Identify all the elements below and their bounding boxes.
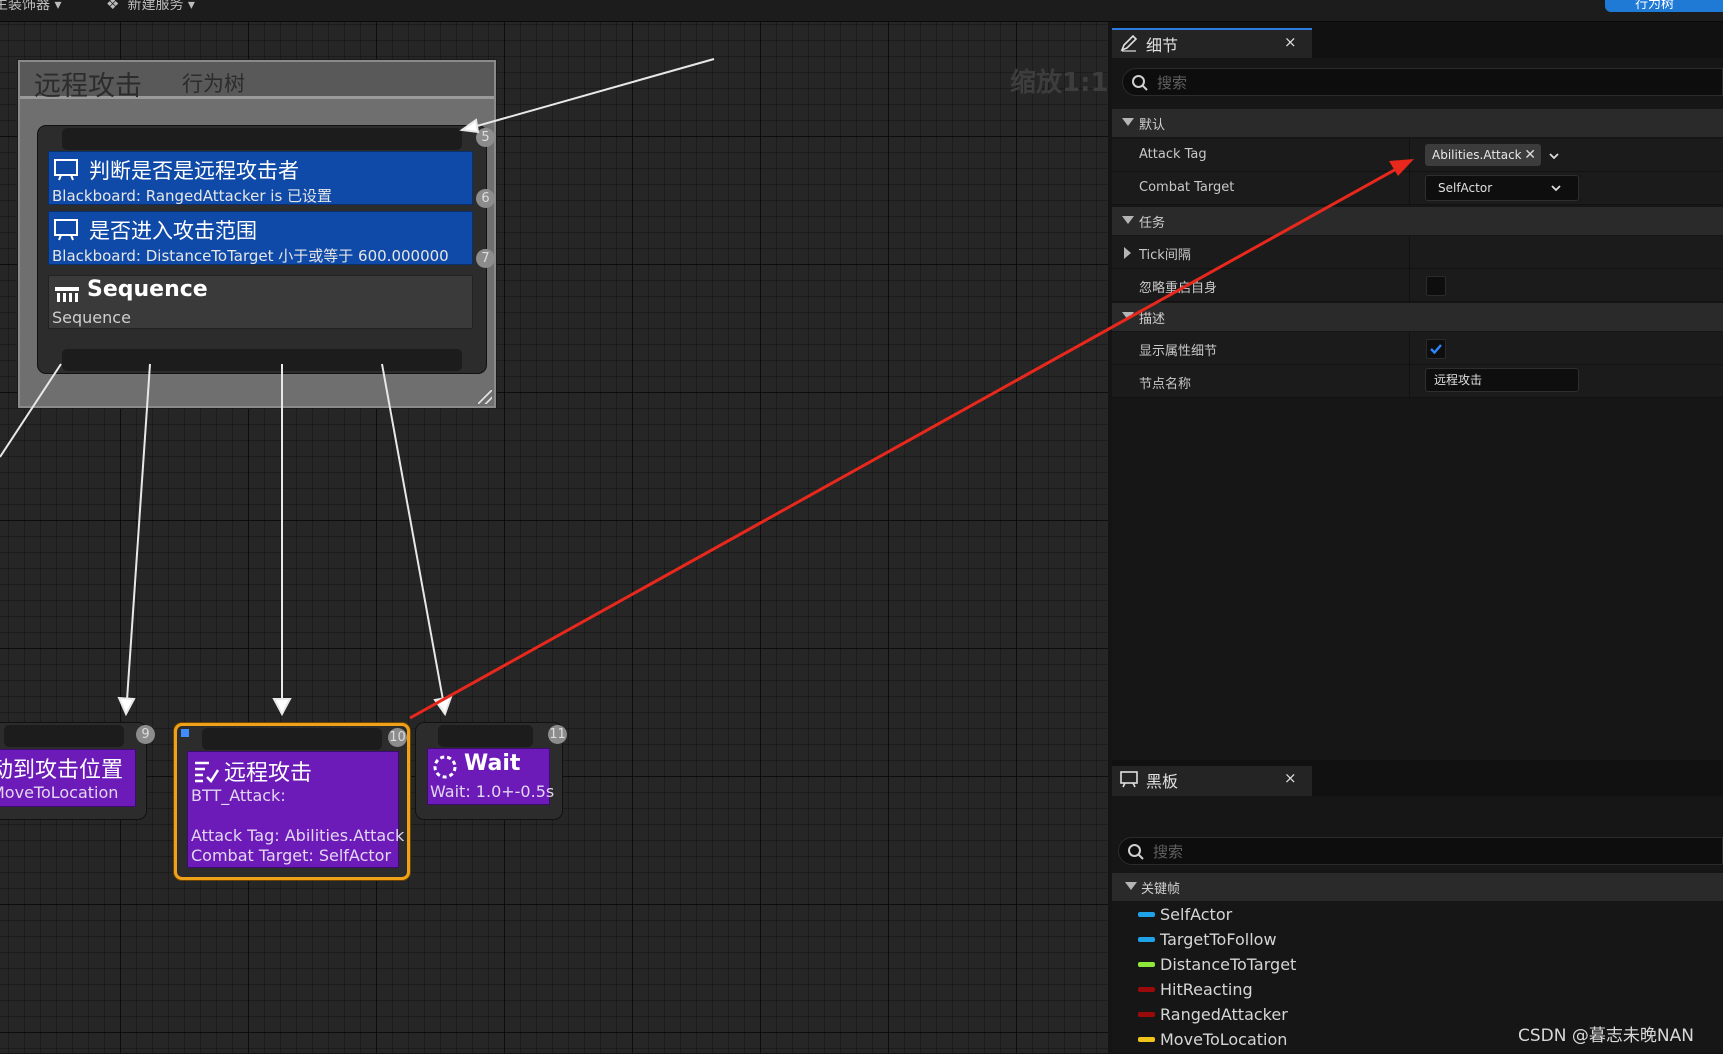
details-panel: 细节 × 搜索 默认 Attack Tag Abilities.Attack ✕ … — [1112, 22, 1723, 760]
category-label: 描述 — [1139, 312, 1166, 327]
chevron-down-icon — [1551, 185, 1561, 192]
arrowhead-icon — [117, 696, 136, 717]
expand-arrow-icon[interactable] — [1125, 882, 1137, 890]
tab-blackboard[interactable]: 黑板 × — [1112, 766, 1312, 796]
column-divider[interactable] — [1409, 365, 1410, 398]
search-placeholder: 搜索 — [1153, 843, 1184, 861]
key-type-swatch — [1138, 1012, 1155, 1017]
dropdown-value: SelfActor — [1438, 181, 1493, 195]
key-type-swatch — [1138, 987, 1155, 992]
column-divider[interactable] — [1409, 172, 1410, 205]
column-divider[interactable] — [1409, 236, 1410, 269]
connection-wire — [469, 58, 715, 129]
arrowhead-icon — [433, 695, 453, 717]
connection-wire — [0, 363, 62, 458]
blackboard-key[interactable]: HitReacting — [1112, 979, 1723, 1004]
toolbar-new-service-button[interactable]: ❖ 新建服务 ▾ — [106, 0, 195, 14]
property-label: Attack Tag — [1139, 147, 1207, 162]
property-node-name: 节点名称 远程攻击 — [1112, 365, 1723, 398]
key-type-swatch — [1138, 912, 1155, 917]
combat-target-dropdown[interactable]: SelfActor — [1425, 175, 1579, 201]
connection-wire — [381, 363, 444, 701]
property-label: 节点名称 — [1139, 377, 1192, 392]
remove-tag-icon[interactable]: ✕ — [1524, 144, 1536, 166]
category-description[interactable]: 描述 — [1112, 303, 1723, 331]
property-label: 忽略重启自身 — [1139, 281, 1218, 296]
expand-arrow-icon[interactable] — [1122, 216, 1134, 224]
graph-canvas[interactable]: 缩放1:1 远程攻击 行为树 5 判断是否是远程攻击者 Blackboard: … — [0, 22, 1108, 1053]
property-label: 显示属性细节 — [1139, 344, 1218, 359]
key-name: DistanceToTarget — [1160, 955, 1297, 974]
arrowhead-icon — [459, 118, 480, 134]
checkmark-icon — [1430, 344, 1442, 355]
search-icon — [1128, 844, 1144, 860]
toolbar-decorator-button[interactable]: 主装饰器 ▾ — [0, 0, 61, 14]
expand-arrow-icon[interactable] — [1124, 247, 1131, 259]
key-type-swatch — [1138, 1037, 1155, 1042]
key-name: MoveToLocation — [1160, 1030, 1288, 1049]
close-icon[interactable]: × — [1284, 769, 1297, 787]
toolbar-new-service-label: 新建服务 — [127, 0, 184, 13]
property-tick-interval: Tick间隔 — [1112, 236, 1723, 269]
blackboard-panel: 黑板 × 搜索 关键帧 SelfActor TargetToFollow Dis… — [1112, 760, 1723, 1053]
category-label: 关键帧 — [1141, 882, 1181, 897]
key-name: TargetToFollow — [1160, 930, 1277, 949]
tab-label: 细节 — [1146, 36, 1179, 55]
graph-connections — [0, 58, 715, 717]
arrowhead-icon — [272, 698, 292, 717]
search-icon — [1132, 75, 1148, 91]
details-tab-bar: 细节 × — [1112, 22, 1723, 58]
details-search-input[interactable]: 搜索 — [1122, 68, 1723, 96]
property-ignore-restart-self: 忽略重启自身 — [1112, 269, 1723, 302]
key-name: HitReacting — [1160, 980, 1253, 999]
search-placeholder: 搜索 — [1157, 74, 1188, 92]
column-divider[interactable] — [1409, 332, 1410, 365]
property-label: Tick间隔 — [1139, 248, 1191, 263]
blackboard-key[interactable]: DistanceToTarget — [1112, 954, 1723, 979]
column-divider[interactable] — [1409, 269, 1410, 302]
connection-wire — [126, 363, 151, 701]
pencil-icon — [1120, 34, 1138, 52]
category-task[interactable]: 任务 — [1112, 207, 1723, 235]
top-toolbar: 主装饰器 ▾ ❖新建服务 ▾ 行为树 — [0, 0, 1723, 22]
category-keys[interactable]: 关键帧 — [1112, 873, 1723, 901]
blackboard-tab-bar: 黑板 × — [1112, 760, 1723, 796]
key-name: SelfActor — [1160, 905, 1233, 924]
property-show-details: 显示属性细节 — [1112, 332, 1723, 365]
blackboard-icon — [1120, 771, 1138, 788]
show-details-checkbox[interactable] — [1426, 339, 1446, 359]
property-attack-tag: Attack Tag Abilities.Attack ✕ — [1112, 139, 1723, 172]
blackboard-search-input[interactable]: 搜索 — [1118, 837, 1723, 865]
watermark: CSDN @暮志未晚NAN — [1518, 1026, 1694, 1046]
tab-label: 黑板 — [1146, 772, 1179, 791]
expand-arrow-icon[interactable] — [1122, 118, 1134, 126]
category-label: 默认 — [1139, 118, 1166, 133]
property-combat-target: Combat Target SelfActor — [1112, 172, 1723, 205]
key-type-swatch — [1138, 962, 1155, 967]
blackboard-key[interactable]: TargetToFollow — [1112, 929, 1723, 954]
tab-details[interactable]: 细节 × — [1112, 28, 1312, 58]
chevron-down-icon[interactable] — [1548, 150, 1560, 162]
close-icon[interactable]: × — [1284, 33, 1297, 51]
column-divider[interactable] — [1409, 139, 1410, 172]
key-name: RangedAttacker — [1160, 1005, 1288, 1024]
category-default[interactable]: 默认 — [1112, 109, 1723, 137]
ignore-restart-checkbox[interactable] — [1426, 276, 1446, 296]
toolbar-decorator-label: 主装饰器 — [0, 0, 50, 13]
key-type-swatch — [1138, 937, 1155, 942]
node-name-input[interactable]: 远程攻击 — [1425, 368, 1579, 392]
blackboard-key[interactable]: SelfActor — [1112, 904, 1723, 929]
service-icon: ❖ — [106, 0, 120, 13]
toolbar-behavior-tree-button[interactable]: 行为树 — [1605, 0, 1723, 12]
property-label: Combat Target — [1139, 180, 1235, 195]
toolbar-behavior-tree-label: 行为树 — [1635, 0, 1675, 12]
expand-arrow-icon[interactable] — [1122, 312, 1134, 320]
category-label: 任务 — [1139, 216, 1166, 231]
tag-value: Abilities.Attack — [1432, 148, 1522, 162]
gameplay-tag-chip[interactable]: Abilities.Attack ✕ — [1425, 144, 1541, 166]
